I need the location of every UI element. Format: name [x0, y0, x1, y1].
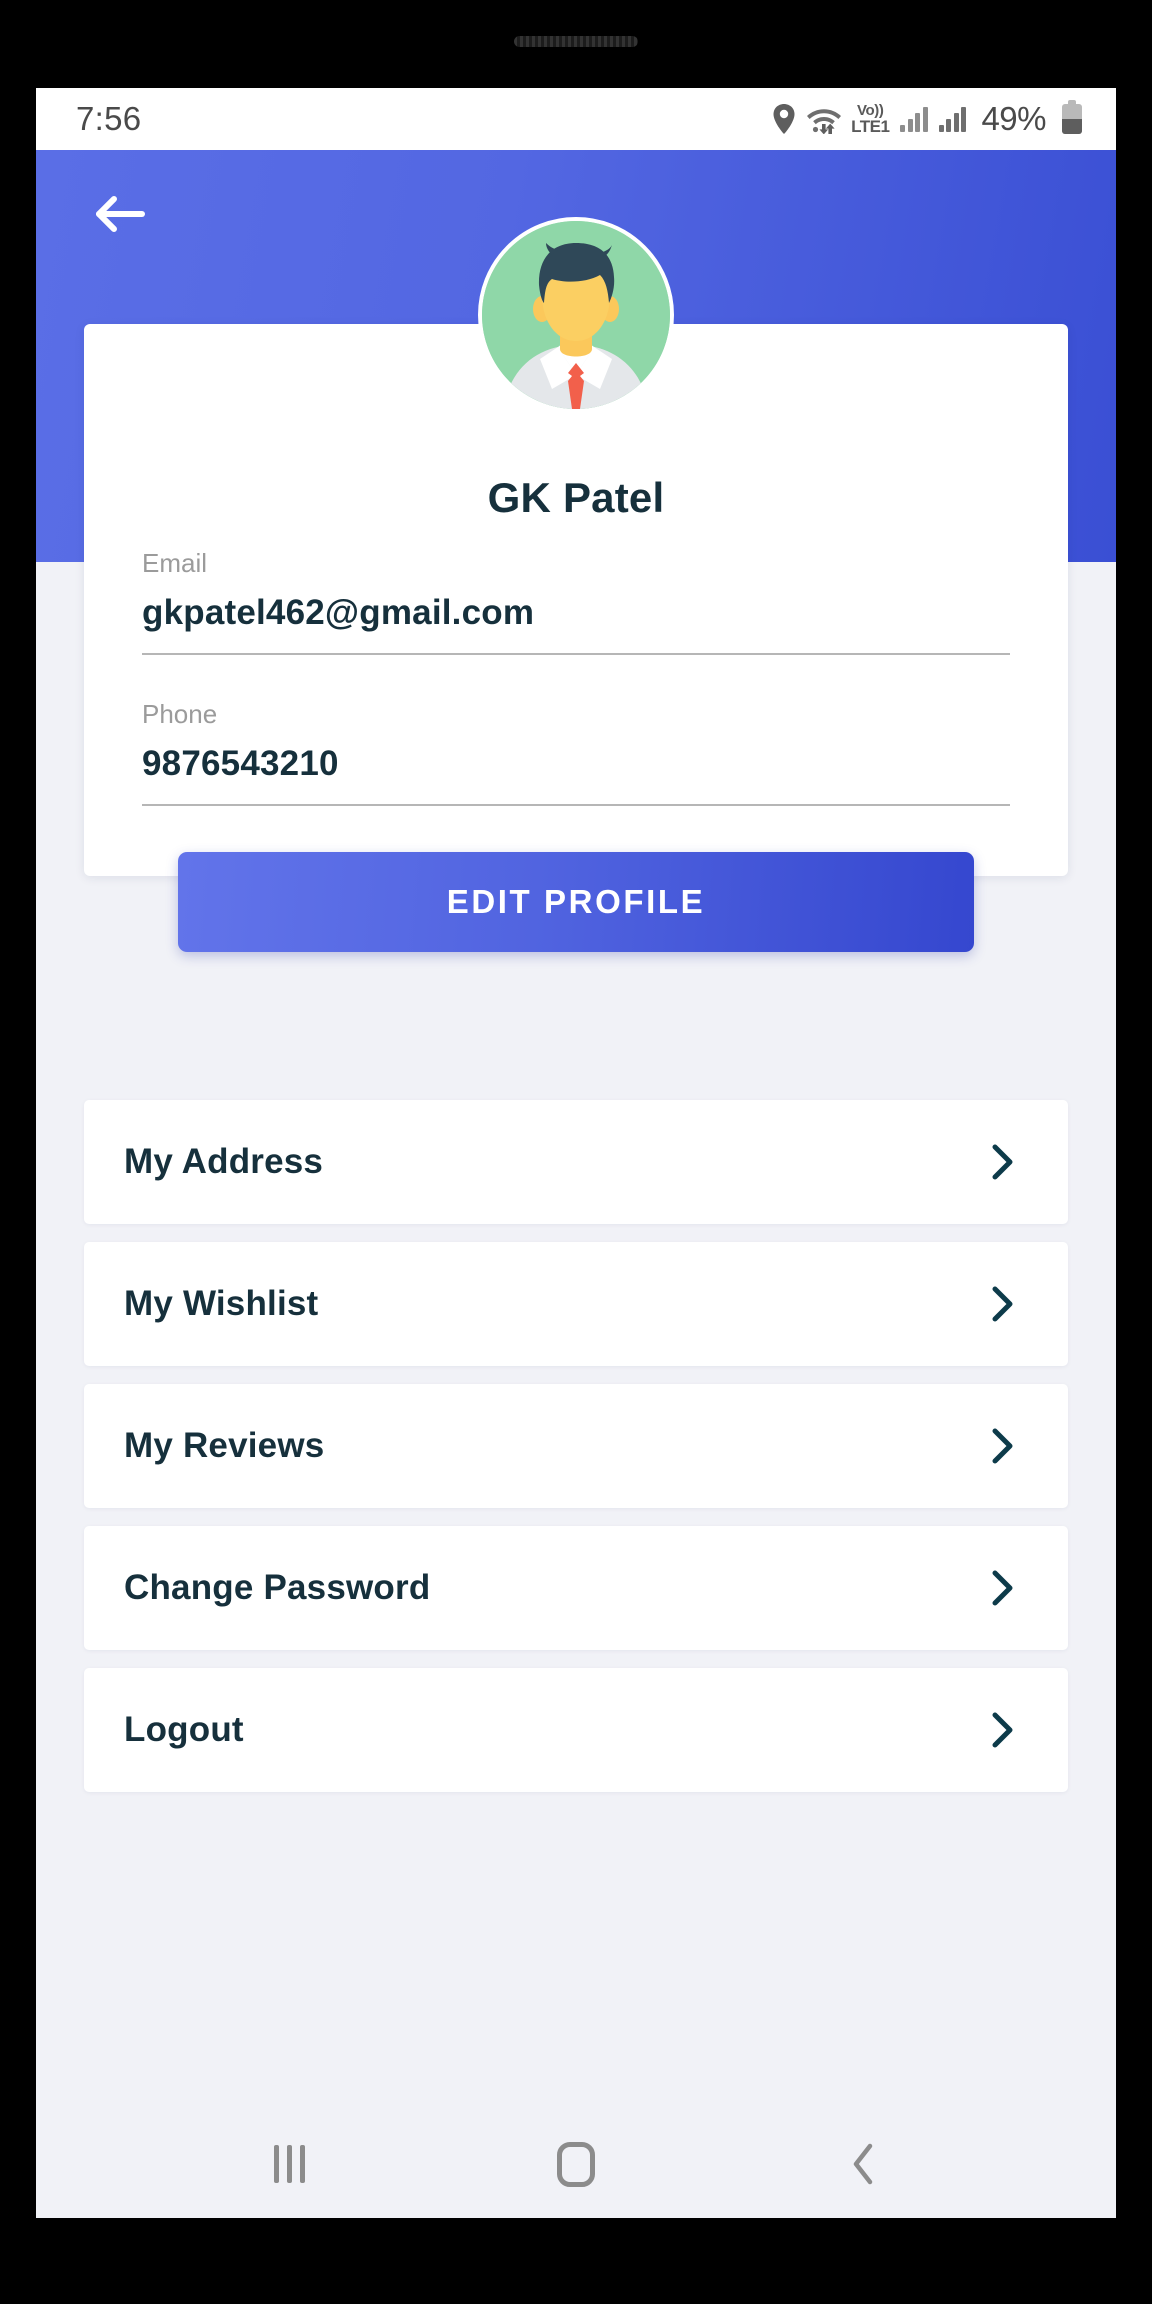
email-field-group: Email gkpatel462@gmail.com — [142, 548, 1010, 655]
chevron-right-icon — [990, 1143, 1016, 1181]
email-field-label: Email — [142, 548, 208, 578]
android-navigation-bar — [36, 2110, 1116, 2218]
menu-item-label: Change Password — [124, 1568, 431, 1607]
phone-screen: 7:56 Vo)) LTE1 49% GK Patel Email gkpate… — [36, 88, 1116, 2218]
chevron-right-icon — [990, 1285, 1016, 1323]
recents-icon[interactable] — [229, 2129, 349, 2199]
location-pin-icon — [773, 104, 795, 134]
profile-card: GK Patel Email gkpatel462@gmail.com Phon… — [84, 217, 1068, 952]
phone-field-label: Phone — [142, 699, 218, 729]
menu-item-label: Logout — [124, 1710, 244, 1749]
menu-item-change-password[interactable]: Change Password — [84, 1526, 1068, 1650]
signal-bars-icon-sim2 — [938, 106, 967, 132]
chevron-right-icon — [990, 1711, 1016, 1749]
profile-menu-list: My Address My Wishlist My Reviews Change… — [36, 1100, 1116, 1810]
chevron-right-icon — [990, 1569, 1016, 1607]
chevron-right-icon — [990, 1427, 1016, 1465]
avatar — [478, 217, 674, 413]
status-bar-time: 7:56 — [76, 100, 142, 137]
signal-bars-icon-sim1 — [900, 106, 928, 132]
back-arrow-icon[interactable] — [92, 192, 150, 236]
volte-label-top: Vo)) — [857, 102, 884, 119]
menu-item-my-reviews[interactable]: My Reviews — [84, 1384, 1068, 1508]
page-title: GK Patel — [487, 474, 665, 521]
volte-label-bottom: LTE1 — [851, 117, 890, 136]
menu-item-label: My Wishlist — [124, 1284, 319, 1323]
earpiece-speaker — [514, 36, 638, 47]
wifi-icon — [806, 104, 842, 134]
phone-field-value[interactable]: 9876543210 — [142, 744, 1010, 806]
status-bar: 7:56 Vo)) LTE1 49% — [36, 88, 1116, 150]
email-field-value[interactable]: gkpatel462@gmail.com — [142, 593, 1010, 655]
status-bar-icons: Vo)) LTE1 49% — [773, 100, 1082, 138]
menu-item-label: My Address — [124, 1142, 324, 1181]
menu-item-my-wishlist[interactable]: My Wishlist — [84, 1242, 1068, 1366]
back-icon[interactable] — [803, 2129, 923, 2199]
menu-item-my-address[interactable]: My Address — [84, 1100, 1068, 1224]
menu-item-logout[interactable]: Logout — [84, 1668, 1068, 1792]
menu-item-label: My Reviews — [124, 1426, 325, 1465]
volte-icon: Vo)) LTE1 — [851, 102, 890, 136]
phone-field-group: Phone 9876543210 — [142, 699, 1010, 806]
battery-icon — [1062, 100, 1082, 134]
battery-percent-label: 49% — [981, 100, 1046, 137]
edit-profile-button[interactable]: EDIT PROFILE — [178, 852, 974, 952]
phone-shell: 7:56 Vo)) LTE1 49% GK Patel Email gkpate… — [0, 0, 1152, 2304]
home-icon[interactable] — [516, 2129, 636, 2199]
